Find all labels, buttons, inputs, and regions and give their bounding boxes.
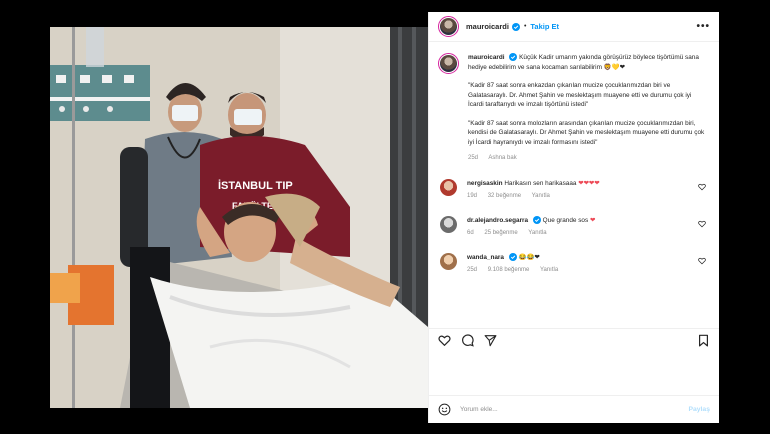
comment-time: 6d	[467, 229, 474, 236]
comment-text: 😂😂❤	[518, 253, 540, 261]
heart-icon[interactable]	[698, 220, 706, 228]
emoji-icon[interactable]	[438, 403, 451, 416]
heart-icon[interactable]	[438, 334, 451, 347]
caption: mauroicardi Küçük Kadir umarım yakında g…	[438, 53, 710, 164]
verified-badge-icon	[511, 22, 520, 31]
comments-list[interactable]: mauroicardi Küçük Kadir umarım yakında g…	[429, 43, 719, 328]
caption-avatar[interactable]	[438, 53, 459, 74]
post-header: mauroicardi • Takip Et •••	[429, 12, 719, 42]
author-avatar[interactable]	[438, 16, 459, 37]
reply-button[interactable]: Yanıtla	[532, 193, 550, 199]
commenter-avatar[interactable]	[440, 178, 457, 196]
commenter-avatar[interactable]	[440, 252, 457, 270]
post-actions	[429, 328, 719, 352]
commenter-username[interactable]: wanda_nara	[467, 254, 504, 261]
comment-item: wanda_nara 😂😂❤ 25d 9.108 beğenme Yanıtla	[438, 252, 710, 275]
caption-username[interactable]: mauroicardi	[468, 54, 505, 61]
more-options-icon[interactable]: •••	[696, 21, 710, 32]
follow-button[interactable]: Takip Et	[530, 22, 559, 31]
verified-badge-icon	[508, 252, 517, 261]
share-icon[interactable]	[484, 334, 497, 347]
caption-quote-2: "Kadir 87 saat sonra molozların arasında…	[468, 119, 705, 146]
reply-button[interactable]: Yanıtla	[540, 267, 558, 273]
comment-text: Que grande sos	[542, 216, 589, 224]
comment-item: dr.alejandro.segarra Que grande sos ❤ 6d…	[438, 215, 710, 238]
bookmark-icon[interactable]	[697, 334, 710, 347]
post-comment-button[interactable]: Paylaş	[688, 406, 710, 413]
comment-likes[interactable]: 32 beğenme	[488, 193, 521, 199]
heart-icon[interactable]	[698, 257, 706, 265]
comment-time: 19d	[467, 192, 478, 199]
comment-text: Harikasın sen harikasaaa	[504, 179, 577, 187]
post-photo-illustration: İSTANBUL TIP FAKÜLTESİ	[50, 27, 428, 408]
author-username[interactable]: mauroicardi	[466, 22, 509, 31]
verified-badge-icon	[509, 53, 518, 62]
comment-emoji: ❤	[589, 216, 596, 224]
heart-icon[interactable]	[698, 183, 706, 191]
caption-quote-1: "Kadir 87 saat sonra enkazdan çıkarılan …	[468, 82, 692, 108]
comment-likes[interactable]: 25 beğenme	[484, 230, 517, 236]
post-image[interactable]: İSTANBUL TIP FAKÜLTESİ	[50, 27, 428, 408]
comment-emoji: ❤❤❤❤	[578, 179, 600, 187]
comment-likes[interactable]: 9.108 beğenme	[488, 267, 530, 273]
caption-time: 25d	[468, 155, 479, 161]
svg-text:İSTANBUL TIP: İSTANBUL TIP	[218, 179, 293, 192]
add-comment-bar: Paylaş	[429, 395, 719, 423]
verified-badge-icon	[532, 215, 541, 224]
commenter-username[interactable]: nergisaskin	[467, 180, 503, 187]
reply-button[interactable]: Yanıtla	[528, 230, 546, 236]
comment-item: nergisaskin Harikasın sen harikasaaa ❤❤❤…	[438, 178, 710, 201]
comment-time: 25d	[467, 266, 478, 273]
commenter-username[interactable]: dr.alejandro.segarra	[467, 217, 528, 224]
comment-input[interactable]	[460, 406, 689, 413]
post-side-panel: mauroicardi • Takip Et ••• mauroicardi K…	[428, 12, 719, 423]
header-separator: •	[523, 23, 527, 30]
comment-icon[interactable]	[461, 334, 474, 347]
commenter-avatar[interactable]	[440, 215, 457, 233]
translate-link[interactable]: Ashna bak	[488, 155, 516, 161]
